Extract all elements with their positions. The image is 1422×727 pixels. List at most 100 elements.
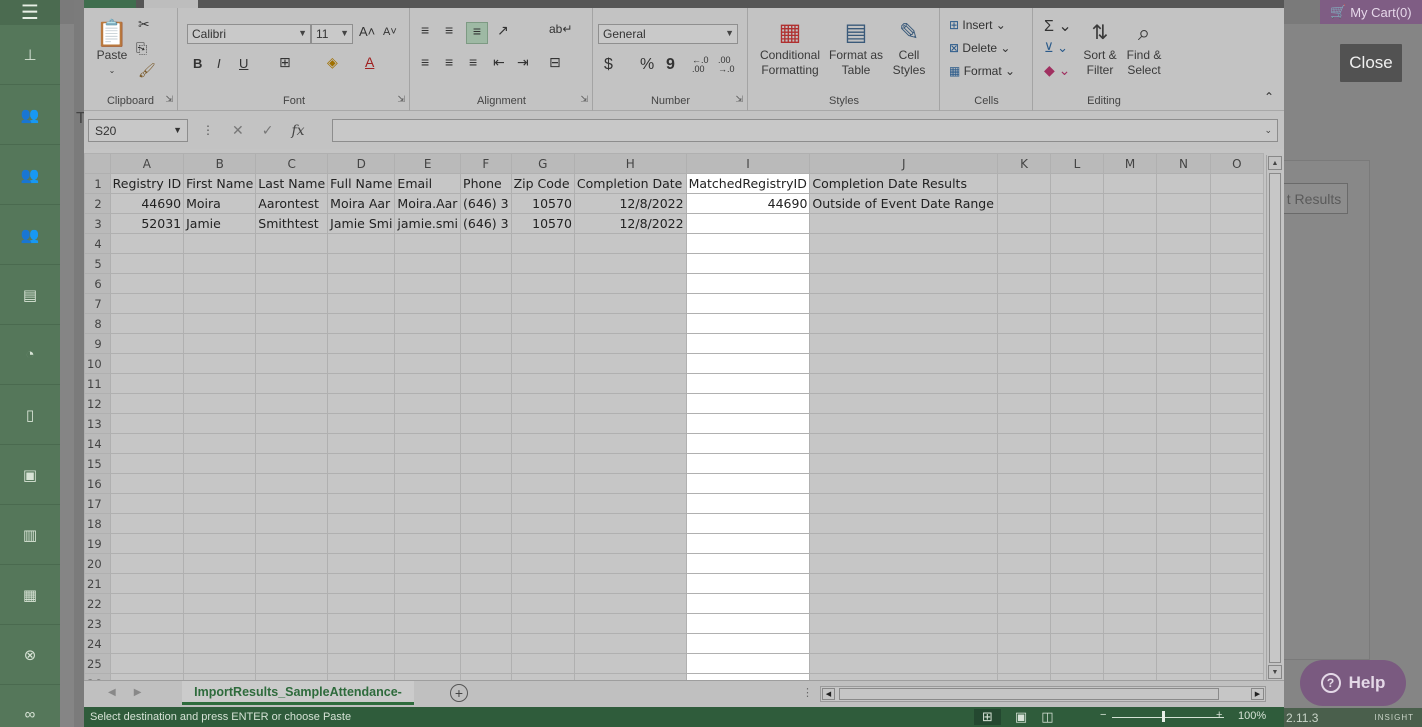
cell-j22[interactable] <box>809 593 999 614</box>
cell-a13[interactable] <box>109 413 185 434</box>
page-layout-view-icon[interactable]: ▣ <box>1015 709 1027 725</box>
cell-n5[interactable] <box>1156 253 1211 274</box>
cell-m7[interactable] <box>1102 293 1158 314</box>
cell-g10[interactable] <box>510 353 575 374</box>
column-header-f[interactable]: F <box>460 153 512 174</box>
document-icon[interactable]: ▯ <box>0 385 60 445</box>
cell-n25[interactable] <box>1156 653 1211 674</box>
cell-d20[interactable] <box>327 553 396 574</box>
increase-decimal-icon[interactable]: ←.0.00 <box>692 56 709 74</box>
align-center-icon[interactable]: ≡ <box>445 54 453 70</box>
cell-i22[interactable] <box>685 593 811 614</box>
cell-g22[interactable] <box>510 593 575 614</box>
cell-n23[interactable] <box>1156 613 1211 634</box>
pin-icon[interactable]: ⊥ <box>0 25 60 85</box>
cell-k9[interactable] <box>997 333 1052 354</box>
cell-n9[interactable] <box>1156 333 1211 354</box>
team-icon[interactable]: 👥 <box>0 205 60 265</box>
cell-j1[interactable]: Completion Date Results <box>809 173 999 194</box>
cell-e3[interactable]: jamie.smi <box>394 213 462 234</box>
cell-o12[interactable] <box>1209 393 1264 414</box>
cell-i16[interactable] <box>685 473 811 494</box>
cell-o20[interactable] <box>1209 553 1264 574</box>
cell-e5[interactable] <box>394 253 462 274</box>
cell-h5[interactable] <box>573 253 687 274</box>
cell-b11[interactable] <box>183 373 257 394</box>
cell-k7[interactable] <box>997 293 1052 314</box>
cell-m12[interactable] <box>1102 393 1158 414</box>
font-size-select[interactable]: 11 ▼ <box>311 24 353 44</box>
cell-o14[interactable] <box>1209 433 1264 454</box>
cut-icon[interactable]: ✂ <box>138 16 150 33</box>
cell-m3[interactable] <box>1102 213 1158 234</box>
row-header[interactable]: 6 <box>84 273 111 294</box>
cell-h22[interactable] <box>573 593 687 614</box>
cell-a19[interactable] <box>109 533 185 554</box>
cell-g21[interactable] <box>510 573 575 594</box>
row-header[interactable]: 10 <box>84 353 111 374</box>
cell-i9[interactable] <box>685 333 811 354</box>
cell-c13[interactable] <box>255 413 329 434</box>
cell-j10[interactable] <box>809 353 999 374</box>
cell-a5[interactable] <box>109 253 185 274</box>
cell-g15[interactable] <box>510 453 575 474</box>
cell-b6[interactable] <box>183 273 257 294</box>
scroll-down-icon[interactable]: ▼ <box>1268 665 1282 679</box>
cell-g18[interactable] <box>510 513 575 534</box>
column-header-b[interactable]: B <box>183 153 257 174</box>
cell-m14[interactable] <box>1102 433 1158 454</box>
cell-n12[interactable] <box>1156 393 1211 414</box>
insert-cells-button[interactable]: ⊞ Insert ⌄ <box>949 18 1006 32</box>
cell-n19[interactable] <box>1156 533 1211 554</box>
cell-a3[interactable]: 52031 <box>109 213 185 234</box>
cell-a11[interactable] <box>109 373 185 394</box>
align-top-icon[interactable]: ≡ <box>421 22 429 38</box>
cell-f16[interactable] <box>460 473 512 494</box>
cell-m16[interactable] <box>1102 473 1158 494</box>
cell-a7[interactable] <box>109 293 185 314</box>
cell-k8[interactable] <box>997 313 1052 334</box>
contacts-icon[interactable]: ▦ <box>0 565 60 625</box>
cell-b17[interactable] <box>183 493 257 514</box>
cell-o24[interactable] <box>1209 633 1264 654</box>
cell-g14[interactable] <box>510 433 575 454</box>
row-header[interactable]: 24 <box>84 633 111 654</box>
cell-b7[interactable] <box>183 293 257 314</box>
cell-k21[interactable] <box>997 573 1052 594</box>
column-header-k[interactable]: K <box>997 153 1052 174</box>
cell-g17[interactable] <box>510 493 575 514</box>
cell-l1[interactable] <box>1050 173 1104 194</box>
cell-n1[interactable] <box>1156 173 1211 194</box>
cell-f25[interactable] <box>460 653 512 674</box>
cell-c20[interactable] <box>255 553 329 574</box>
zoom-level[interactable]: 100% <box>1238 710 1266 722</box>
row-header[interactable]: 13 <box>84 413 111 434</box>
column-header-o[interactable]: O <box>1209 153 1264 174</box>
cell-d2[interactable]: Moira Aar <box>327 193 396 214</box>
cell-o19[interactable] <box>1209 533 1264 554</box>
cell-j5[interactable] <box>809 253 999 274</box>
cell-k16[interactable] <box>997 473 1052 494</box>
row-header[interactable]: 9 <box>84 333 111 354</box>
cell-n2[interactable] <box>1156 193 1211 214</box>
cell-l25[interactable] <box>1050 653 1104 674</box>
cell-d10[interactable] <box>327 353 396 374</box>
format-painter-icon[interactable]: 🖌 <box>138 62 156 79</box>
cell-j19[interactable] <box>809 533 999 554</box>
cell-j17[interactable] <box>809 493 999 514</box>
cell-a16[interactable] <box>109 473 185 494</box>
scroll-left-icon[interactable]: ◀ <box>822 688 835 700</box>
row-header[interactable]: 19 <box>84 533 111 554</box>
cell-c24[interactable] <box>255 633 329 654</box>
cell-i5[interactable] <box>685 253 811 274</box>
cell-m4[interactable] <box>1102 233 1158 254</box>
format-as-table-button[interactable]: ▤ Format as Table <box>827 18 885 78</box>
number-launcher-icon[interactable]: ⇲ <box>735 94 743 105</box>
zoom-out-icon[interactable]: − <box>1100 709 1106 721</box>
cell-o3[interactable] <box>1209 213 1264 234</box>
row-header[interactable]: 22 <box>84 593 111 614</box>
cell-j14[interactable] <box>809 433 999 454</box>
cell-a15[interactable] <box>109 453 185 474</box>
cell-l15[interactable] <box>1050 453 1104 474</box>
cell-m21[interactable] <box>1102 573 1158 594</box>
